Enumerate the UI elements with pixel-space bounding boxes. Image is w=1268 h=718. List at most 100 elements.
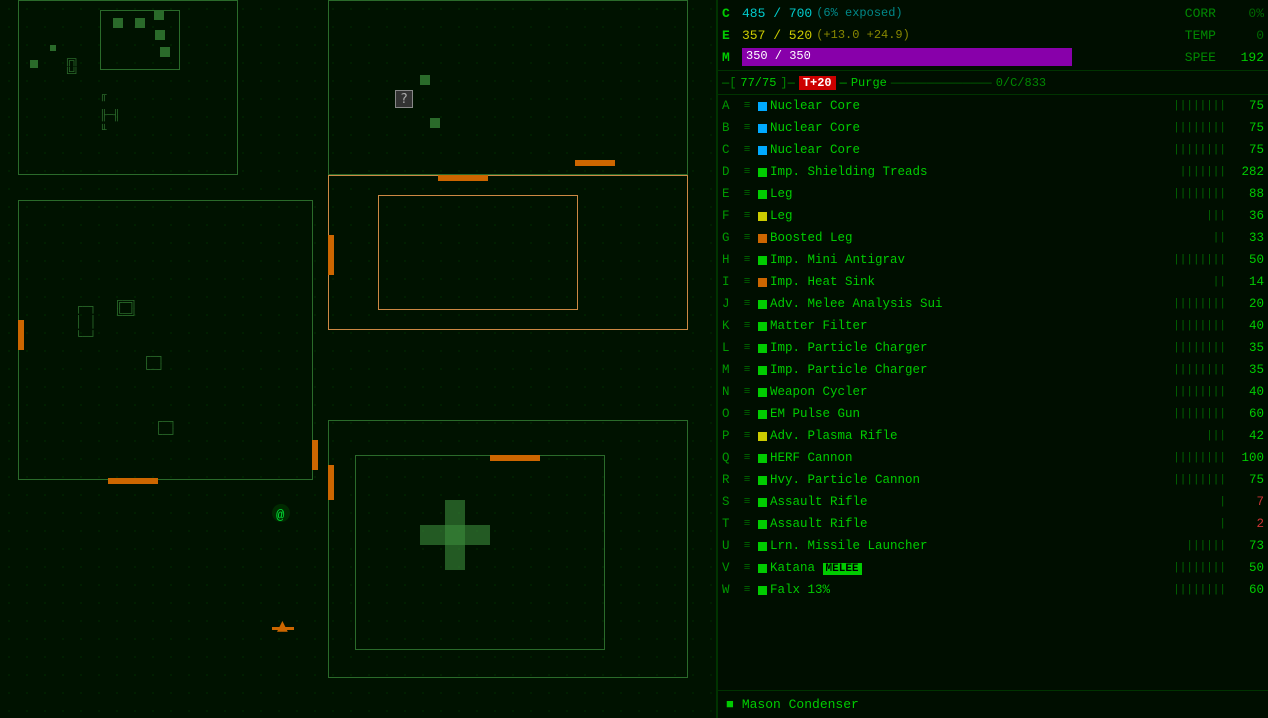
inventory-row[interactable]: C ≡ Nuclear Core |||||||| 75 [718,139,1268,161]
inv-integrity-bars: |||||||| [1173,298,1226,310]
inv-color-indicator [758,344,767,353]
inventory-row[interactable]: V ≡ Katana MELEE |||||||| 50 [718,557,1268,579]
player-character: @ [276,508,284,524]
inv-item-name: Imp. Particle Charger [770,363,1170,377]
inventory-row[interactable]: N ≡ Weapon Cycler |||||||| 40 [718,381,1268,403]
inv-type-icon: ≡ [739,496,755,508]
inv-item-name: Lrn. Missile Launcher [770,539,1183,553]
inv-key: K [722,319,736,333]
stat-c-left: C 485 / 700 (6% exposed) [722,6,903,21]
inv-color-indicator [758,520,767,529]
map-item-cone: ▲ [277,615,288,636]
inventory-row[interactable]: A ≡ Nuclear Core |||||||| 75 [718,95,1268,117]
action-line: —————————————— [891,76,992,90]
inv-item-name: Imp. Mini Antigrav [770,253,1170,267]
inventory-row[interactable]: F ≡ Leg ||| 36 [718,205,1268,227]
inv-item-name: Imp. Shielding Treads [770,165,1177,179]
inventory-row[interactable]: M ≡ Imp. Particle Charger |||||||| 35 [718,359,1268,381]
inventory-row[interactable]: I ≡ Imp. Heat Sink || 14 [718,271,1268,293]
inventory-row[interactable]: R ≡ Hvy. Particle Cannon |||||||| 75 [718,469,1268,491]
inv-count: 50 [1229,253,1264,267]
temp-value: 0 [1224,28,1264,43]
inv-color-indicator [758,432,767,441]
inventory-row[interactable]: J ≡ Adv. Melee Analysis Sui |||||||| 20 [718,293,1268,315]
inventory-row[interactable]: O ≡ EM Pulse Gun |||||||| 60 [718,403,1268,425]
inventory-row[interactable]: G ≡ Boosted Leg || 33 [718,227,1268,249]
inv-type-icon: ≡ [739,298,755,310]
bottom-dot: ■ [726,697,734,712]
inv-integrity-bars: |||||||| [1173,386,1226,398]
bottom-bar: ■ Mason Condenser [718,690,1268,718]
cross-structure [420,500,490,570]
inventory-row[interactable]: S ≡ Assault Rifle | 7 [718,491,1268,513]
inv-item-name: Nuclear Core [770,143,1170,157]
inv-type-icon: ≡ [739,342,755,354]
inv-color-indicator [758,256,767,265]
inv-integrity-bars: ||||||| [1180,166,1226,178]
inv-count: 88 [1229,187,1264,201]
inv-integrity-bars: |||||||| [1173,342,1226,354]
inventory-row[interactable]: T ≡ Assault Rifle | 2 [718,513,1268,535]
stat-c-label: C [722,6,736,21]
inv-count: 50 [1229,561,1264,575]
inv-count: 75 [1229,473,1264,487]
map-char-bot2: └─┘ [143,363,165,377]
inv-item-name: Hvy. Particle Cannon [770,473,1170,487]
stat-c-value: 485 / 700 [742,6,812,21]
inventory-row[interactable]: B ≡ Nuclear Core |||||||| 75 [718,117,1268,139]
inv-type-icon: ≡ [739,254,755,266]
inv-integrity-bars: |||||||| [1173,254,1226,266]
inventory-row[interactable]: L ≡ Imp. Particle Charger |||||||| 35 [718,337,1268,359]
inv-item-name: Weapon Cycler [770,385,1170,399]
map-char-bot2: ╚═╝ [115,308,137,322]
stat-row-m: M 350 / 350 SPEE 192 [722,46,1264,68]
inventory-row[interactable]: E ≡ Leg |||||||| 88 [718,183,1268,205]
inv-type-icon: ≡ [739,144,755,156]
inv-type-icon: ≡ [739,584,755,596]
inv-count: 36 [1229,209,1264,223]
inv-color-indicator [758,366,767,375]
inv-key: D [722,165,736,179]
inv-key: U [722,539,736,553]
inv-type-icon: ≡ [739,210,755,222]
inventory-row[interactable]: W ≡ Falx 13% |||||||| 60 [718,579,1268,601]
inv-item-name: Assault Rifle [770,495,1216,509]
map-char-bot2: ╔═╗ [115,295,137,309]
inv-type-icon: ≡ [739,166,755,178]
inv-integrity-bars: | [1219,496,1226,508]
inventory-row[interactable]: K ≡ Matter Filter |||||||| 40 [718,315,1268,337]
inv-key: O [722,407,736,421]
inv-count: 73 [1229,539,1264,553]
inventory-row[interactable]: Q ≡ HERF Cannon |||||||| 100 [718,447,1268,469]
stat-row-e: E 357 / 520 (+13.0 +24.9) TEMP 0 [722,24,1264,46]
inv-type-icon: ≡ [739,276,755,288]
map-struct [30,60,38,68]
inv-count: 35 [1229,341,1264,355]
inv-item-name: Matter Filter [770,319,1170,333]
stat-e-value: 357 / 520 [742,28,812,43]
inv-color-indicator [758,476,767,485]
inv-count: 40 [1229,385,1264,399]
stat-e-left: E 357 / 520 (+13.0 +24.9) [722,28,910,43]
inv-type-icon: ≡ [739,386,755,398]
inv-color-indicator [758,102,767,111]
inv-type-icon: ≡ [739,408,755,420]
inventory-row[interactable]: D ≡ Imp. Shielding Treads ||||||| 282 [718,161,1268,183]
inv-key: W [722,583,736,597]
inv-type-icon: ≡ [739,122,755,134]
right-panel: C 485 / 700 (6% exposed) CORR 0% E 357 /… [718,0,1268,718]
inv-color-indicator [758,388,767,397]
inv-type-icon: ≡ [739,232,755,244]
action-slots: 0/C/833 [996,76,1046,90]
inventory-row[interactable]: U ≡ Lrn. Missile Launcher |||||| 73 [718,535,1268,557]
inv-count: 60 [1229,583,1264,597]
inv-type-icon: ≡ [739,188,755,200]
inv-key: B [722,121,736,135]
stats-header: C 485 / 700 (6% exposed) CORR 0% E 357 /… [718,0,1268,71]
inv-key: J [722,297,736,311]
stat-spee: SPEE 192 [1166,50,1264,65]
inventory-row[interactable]: H ≡ Imp. Mini Antigrav |||||||| 50 [718,249,1268,271]
inv-item-name: Nuclear Core [770,121,1170,135]
inventory-row[interactable]: P ≡ Adv. Plasma Rifle ||| 42 [718,425,1268,447]
door-mid-1 [438,175,488,181]
